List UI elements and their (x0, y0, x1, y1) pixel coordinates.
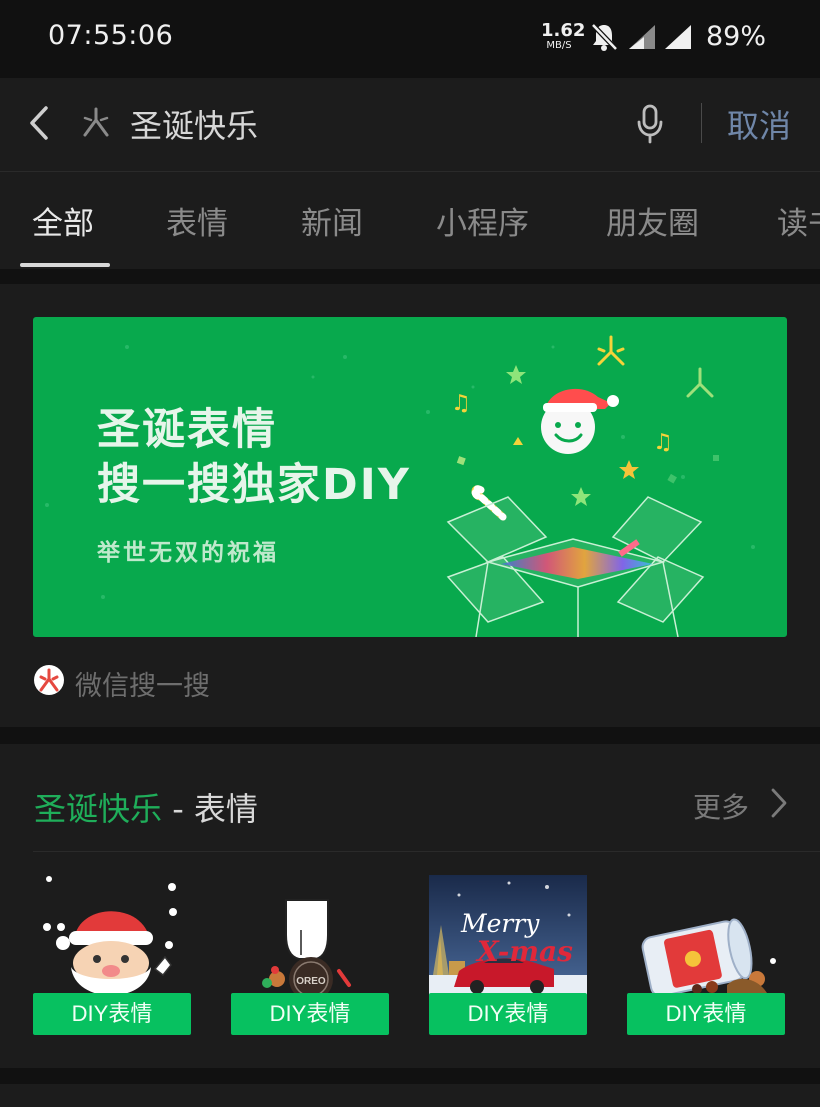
tab-news[interactable]: 新闻 (301, 198, 363, 243)
more-button[interactable]: 更多 (693, 786, 749, 826)
wechat-search-source-icon (34, 665, 64, 695)
sticker-item[interactable]: DIY表情 (627, 875, 785, 1035)
sticker-item[interactable]: Merry X-mas DIY表情 (429, 875, 587, 1035)
wifi-signal-icon (665, 25, 691, 49)
diy-sticker-label[interactable]: DIY表情 (231, 993, 389, 1035)
tab-stickers[interactable]: 表情 (166, 198, 228, 243)
network-speed: 1.62 MB/S (541, 20, 586, 51)
tab-all[interactable]: 全部 (32, 198, 94, 243)
signal-icon (629, 25, 655, 49)
section-title-keyword: 圣诞快乐 (34, 790, 163, 828)
promo-banner[interactable]: ♫ ♫ 圣诞表情 搜一搜独家DIY 举世无双的祝福 (33, 317, 787, 637)
diy-sticker-label[interactable]: DIY表情 (33, 993, 191, 1035)
sticker-item[interactable]: OREO DIY表情 (231, 875, 389, 1035)
network-speed-unit: MB/S (546, 40, 572, 51)
cancel-button[interactable]: 取消 (727, 101, 791, 147)
tab-mini-programs[interactable]: 小程序 (436, 198, 529, 243)
next-section-card (0, 1084, 820, 1107)
search-bar (0, 78, 820, 171)
chevron-right-icon[interactable] (769, 787, 789, 819)
active-tab-indicator (20, 263, 110, 267)
banner-subtitle: 举世无双的祝福 (97, 540, 279, 566)
search-input[interactable]: 圣诞快乐 (130, 101, 258, 147)
svg-text:♫: ♫ (653, 430, 673, 455)
section-title-category: - 表情 (162, 790, 258, 828)
banner-title-line2: 搜一搜独家DIY (97, 460, 411, 510)
bell-muted-icon (591, 23, 618, 51)
network-speed-value: 1.62 (541, 20, 586, 41)
battery-level: 89% (706, 21, 767, 52)
sticker-item[interactable]: DIY表情 (33, 875, 191, 1035)
tab-reading[interactable]: 读书 (777, 198, 820, 243)
section-divider (33, 851, 820, 852)
search-divider (701, 103, 702, 143)
banner-source-label[interactable]: 微信搜一搜 (75, 664, 210, 703)
sticker-overlay-text-1: Merry (461, 909, 540, 938)
microphone-icon[interactable] (635, 104, 665, 144)
diy-sticker-label[interactable]: DIY表情 (429, 993, 587, 1035)
banner-title-line1: 圣诞表情 (97, 405, 277, 455)
tab-moments[interactable]: 朋友圈 (606, 198, 699, 243)
status-time: 07:55:06 (48, 20, 174, 51)
svg-text:OREO: OREO (296, 976, 326, 987)
diy-sticker-label[interactable]: DIY表情 (627, 993, 785, 1035)
sticker-section-title: 圣诞快乐 - 表情 (34, 784, 258, 830)
svg-text:♫: ♫ (451, 391, 471, 416)
sticker-overlay-text-2: X-mas (477, 935, 573, 968)
back-arrow-icon[interactable] (26, 105, 52, 141)
wechat-search-logo-icon (83, 107, 109, 137)
